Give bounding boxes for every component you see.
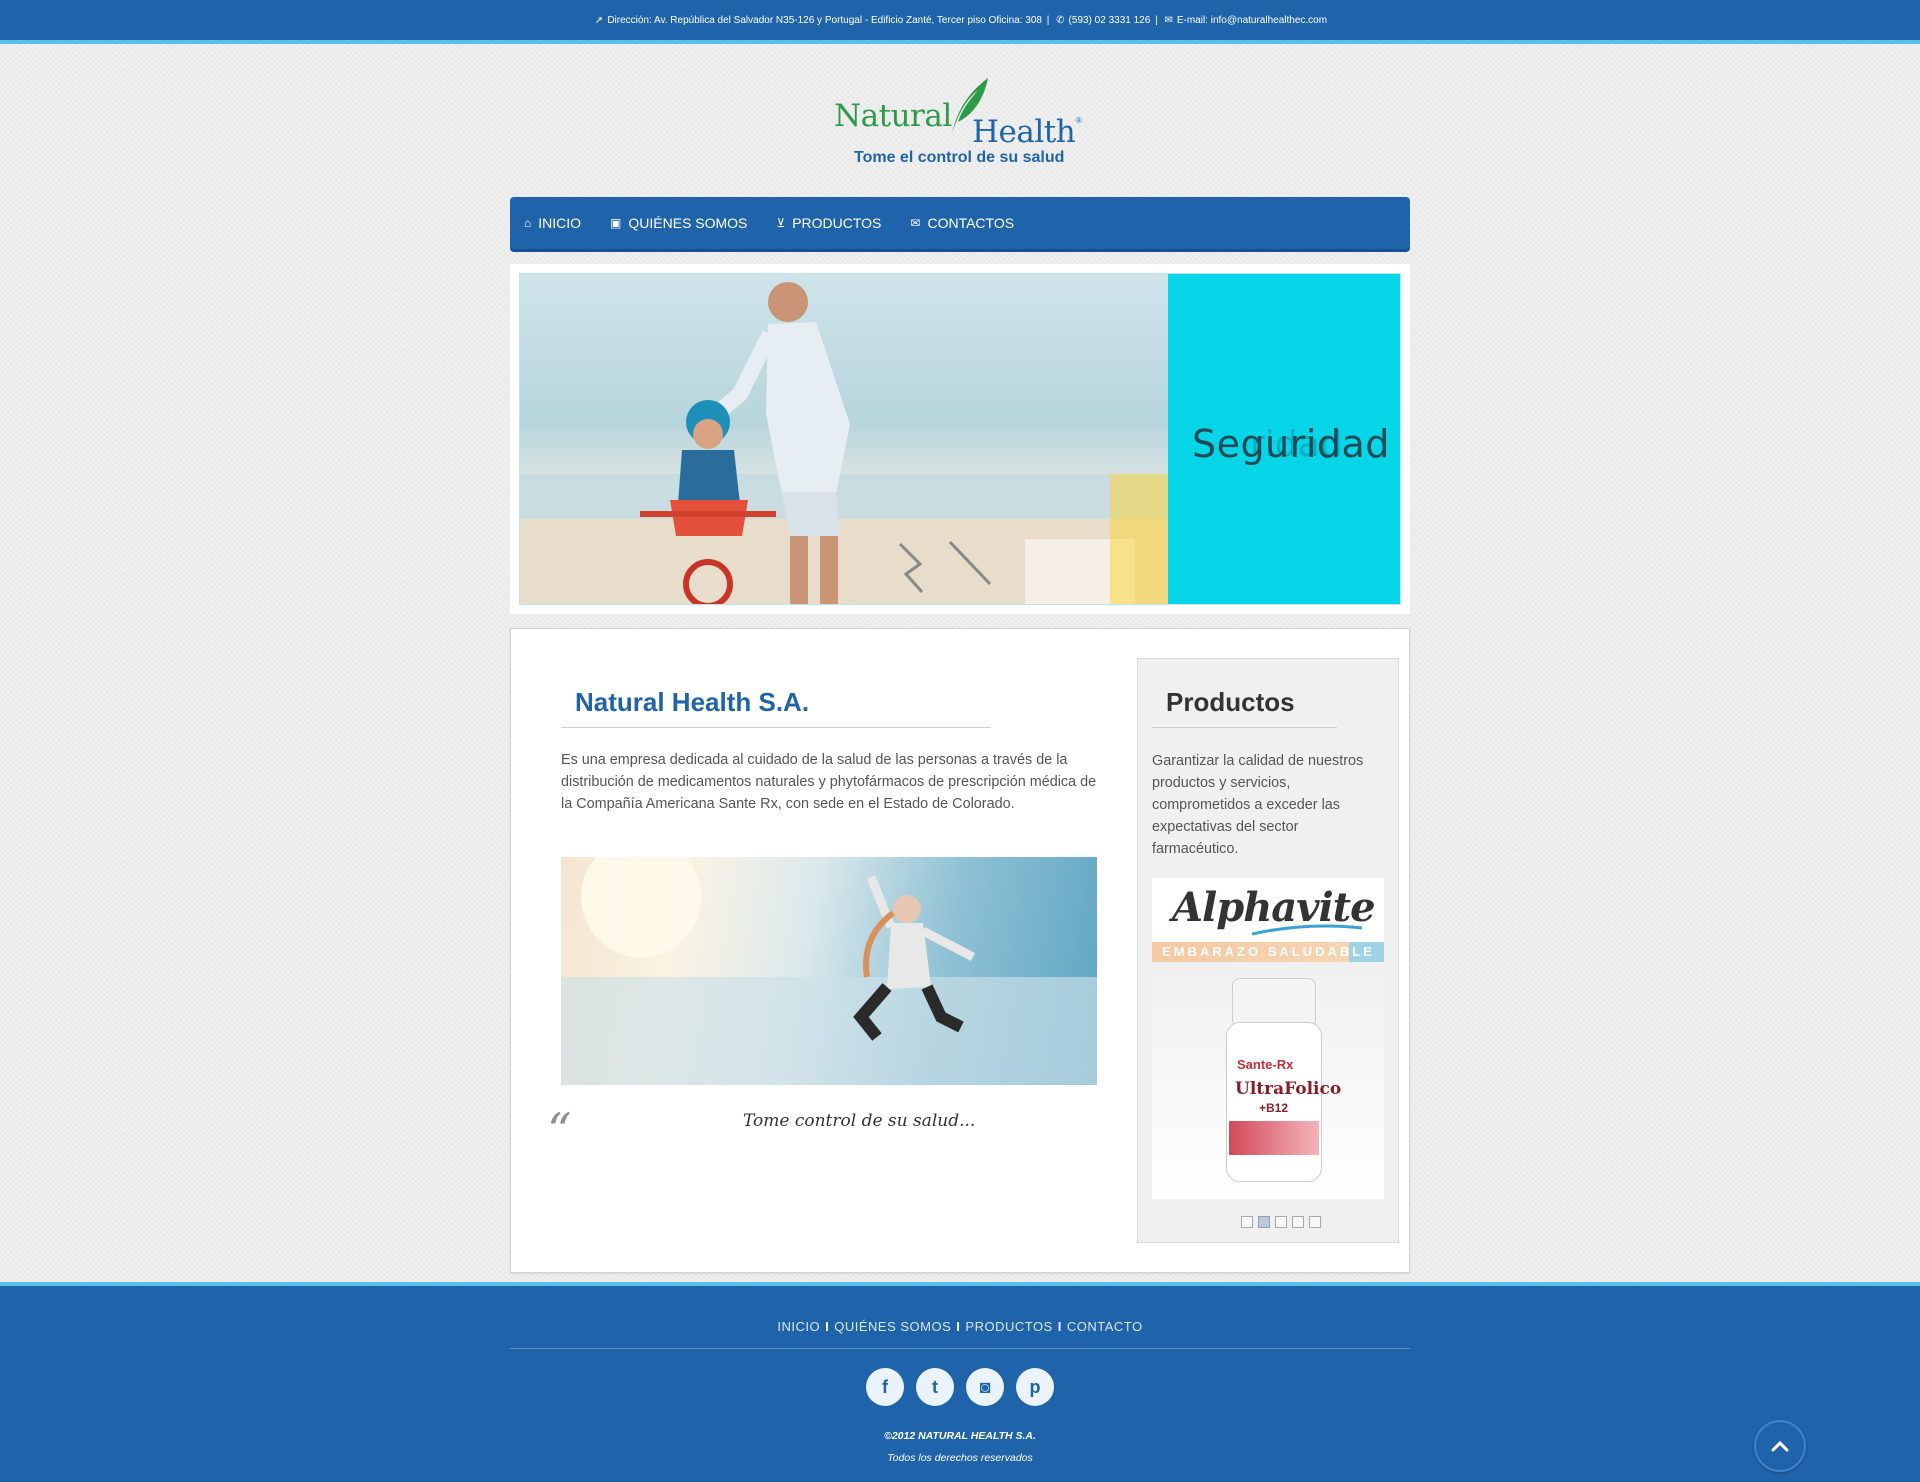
logo-word-natural: Natural (834, 98, 952, 134)
social-links: f t ◙ p (866, 1368, 1066, 1406)
bottle-cap (1232, 978, 1316, 1028)
twitter-icon[interactable]: t (916, 1368, 954, 1406)
nav-item-inicio[interactable]: ⌂ INICIO (524, 215, 581, 231)
copyright: ©2012 NATURAL HEALTH S.A. (884, 1430, 1036, 1442)
instagram-icon[interactable]: ◙ (966, 1368, 1004, 1406)
nav-label: PRODUCTOS (792, 215, 882, 231)
products-sidebar: Productos Garantizar la calidad de nuest… (1137, 658, 1399, 1243)
hero-photo-father-son-bike (520, 274, 1170, 604)
divider (1152, 727, 1337, 728)
phone-text: (593) 02 3331 126 (1068, 15, 1151, 26)
slider-dot-active[interactable] (1258, 1216, 1270, 1228)
footer-link-productos[interactable]: PRODUCTOS (965, 1319, 1052, 1334)
page-title: Natural Health S.A. (575, 687, 810, 717)
quote-icon: “ (547, 1103, 572, 1159)
logo-tagline: Tome el control de su salud (854, 149, 1065, 166)
nav-label: CONTACTOS (927, 215, 1015, 231)
brand-swoosh (1252, 924, 1362, 936)
nav-label: QUIÉNES SOMOS (628, 215, 748, 231)
quote-text: Tome control de su salud... (743, 1111, 976, 1131)
phone-icon: ✆ (1056, 15, 1065, 26)
main-nav: ⌂ INICIO ▣ QUIÉNES SOMOS ⊻ PRODUCTOS ✉ C… (510, 197, 1410, 249)
scroll-to-top-button[interactable] (1754, 1420, 1806, 1472)
separator: | (1046, 15, 1050, 26)
slider-dot[interactable] (1309, 1216, 1321, 1228)
footer-link-quienes-somos[interactable]: QUIÉNES SOMOS (834, 1319, 951, 1334)
footer-divider (510, 1348, 1410, 1349)
address-text: Dirección: Av. República del Salvador N3… (607, 15, 1042, 26)
photo-illustration (561, 837, 1097, 1085)
product-band-text: EMBARAZO SALUDABLE (1162, 944, 1375, 959)
sidebar-text: Garantizar la calidad de nuestros produc… (1152, 753, 1364, 857)
briefcase-icon: ▣ (610, 216, 622, 230)
separator: I (1057, 1319, 1062, 1334)
slider-pagination (1241, 1216, 1326, 1228)
hero-illustration (520, 282, 1170, 604)
home-icon: ⌂ (524, 216, 532, 230)
bottle-body: Sante-Rx UltraFolico +B12 (1226, 1022, 1341, 1182)
sidebar-title: Productos (1166, 687, 1295, 717)
nav-label: INICIO (538, 215, 582, 231)
logo-word-health: Health (972, 114, 1076, 150)
cart-icon: ⊻ (776, 216, 786, 230)
bottle-label: Sante-Rx UltraFolico +B12 (1229, 1049, 1341, 1157)
footer-link-inicio[interactable]: INICIO (777, 1319, 820, 1334)
hero-caption-panel: Seguridad ridad (1168, 274, 1400, 604)
pinterest-icon[interactable]: p (1016, 1368, 1054, 1406)
slider-dot[interactable] (1241, 1216, 1253, 1228)
hero-caption-transition: ridad (1250, 424, 1343, 465)
footer-links: INICIO I QUIÉNES SOMOS I PRODUCTOS I CONTACTO (0, 1319, 1920, 1334)
nav-item-contactos[interactable]: ✉ CONTACTOS (910, 215, 1014, 231)
product-bottle: Sante-Rx UltraFolico +B12 (1226, 978, 1341, 1188)
nav-item-quienes-somos[interactable]: ▣ QUIÉNES SOMOS (610, 215, 747, 231)
location-arrow-icon: ➚ (594, 15, 604, 26)
separator: | (1155, 15, 1158, 26)
envelope-icon: ✉ (1164, 15, 1173, 26)
facebook-icon[interactable]: f (866, 1368, 904, 1406)
slider-dot[interactable] (1275, 1216, 1287, 1228)
footer: INICIO I QUIÉNES SOMOS I PRODUCTOS I CONTACTO … (0, 1282, 1920, 1482)
envelope-icon: ✉ (910, 216, 921, 230)
hero-slide: Seguridad ridad (519, 273, 1401, 605)
top-info-bar: ➚ Dirección: Av. República del Salvador N… (0, 0, 1920, 44)
hero-slider[interactable]: Seguridad ridad (510, 264, 1410, 614)
registered-mark: ® (1076, 116, 1082, 125)
chevron-up-icon (1771, 1440, 1789, 1452)
footer-link-contacto[interactable]: CONTACTO (1067, 1319, 1143, 1334)
separator: I (956, 1319, 961, 1334)
bottle-name: UltraFolico (1235, 1079, 1342, 1099)
site-logo[interactable]: Natural Health ® Tome el control de su s… (830, 76, 1090, 170)
email-link[interactable]: E-mail: info@naturalhealthec.com (1177, 15, 1327, 26)
product-slide[interactable]: Alphavite EMBARAZO SALUDABLE Sante-Rx Ul… (1152, 878, 1384, 1199)
slider-dot[interactable] (1292, 1216, 1304, 1228)
separator: I (825, 1319, 830, 1334)
rights-reserved: Todos los derechos reservados (887, 1452, 1033, 1464)
divider (561, 727, 991, 728)
main-content: Natural Health S.A. Es una empresa dedic… (510, 628, 1410, 1273)
bottle-sub: +B12 (1259, 1101, 1289, 1115)
woman-jumping-photo (561, 837, 1097, 1085)
nav-item-productos[interactable]: ⊻ PRODUCTOS (776, 215, 881, 231)
bottle-brand: Sante-Rx (1237, 1057, 1294, 1072)
company-description: Es una empresa dedicada al cuidado de la… (561, 752, 1097, 812)
bottle-label-stripe (1229, 1121, 1319, 1155)
